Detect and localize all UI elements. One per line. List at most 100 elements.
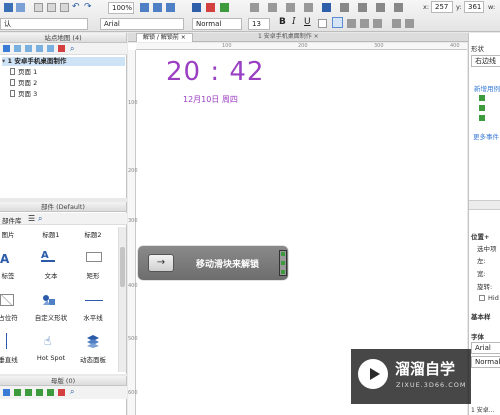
sitemap-item-page-1[interactable]: 页面 1 bbox=[10, 68, 37, 77]
close-icon[interactable]: × bbox=[181, 34, 186, 41]
paste-icon[interactable] bbox=[60, 3, 69, 12]
unlock-slider-handle[interactable]: → bbox=[148, 254, 174, 272]
placeholder-widget-icon[interactable] bbox=[0, 294, 14, 306]
move-up-icon[interactable] bbox=[14, 389, 21, 396]
italic-icon[interactable]: I bbox=[292, 17, 296, 27]
align-center-icon[interactable] bbox=[347, 19, 356, 28]
case-icon[interactable] bbox=[479, 115, 485, 121]
select-mode-icon[interactable] bbox=[140, 3, 149, 12]
resize-handle[interactable] bbox=[281, 261, 285, 265]
resize-handle[interactable] bbox=[281, 270, 285, 274]
widgets-scrollbar[interactable] bbox=[118, 227, 126, 372]
delete-page-icon[interactable] bbox=[58, 45, 65, 52]
text-color-icon[interactable] bbox=[318, 19, 327, 28]
move-down-icon[interactable] bbox=[25, 389, 32, 396]
inspector-font-style[interactable]: Normal bbox=[471, 356, 500, 368]
font-family-select[interactable]: Arial bbox=[100, 18, 184, 30]
valign-top-icon[interactable] bbox=[392, 19, 401, 28]
font-section[interactable]: 字体 bbox=[471, 331, 484, 341]
position-section[interactable]: 位置+ bbox=[471, 231, 489, 241]
text-widget-icon[interactable]: A bbox=[41, 250, 55, 262]
sitemap-item-page-2[interactable]: 页面 2 bbox=[10, 79, 37, 88]
library-label[interactable]: 部件库 bbox=[2, 215, 22, 225]
clock-time[interactable]: 20 : 42 bbox=[166, 57, 264, 87]
file-icon[interactable] bbox=[4, 3, 13, 12]
inspector-font-family[interactable]: Arial bbox=[471, 342, 500, 354]
horizontal-line-widget-icon[interactable] bbox=[85, 300, 103, 301]
search-icon[interactable]: ⌕ bbox=[38, 214, 42, 224]
outdent-icon[interactable] bbox=[36, 389, 43, 396]
border-icon[interactable] bbox=[340, 3, 349, 12]
bold-icon[interactable]: B bbox=[279, 17, 286, 27]
y-input[interactable]: 361 bbox=[464, 1, 484, 13]
share-icon[interactable] bbox=[206, 3, 215, 12]
publish-icon[interactable] bbox=[220, 3, 229, 12]
indent-icon[interactable] bbox=[47, 45, 54, 52]
indent-icon[interactable] bbox=[47, 389, 54, 396]
bullets-icon[interactable] bbox=[373, 19, 382, 28]
menu-icon[interactable]: ☰ bbox=[28, 214, 35, 223]
move-down-icon[interactable] bbox=[25, 45, 32, 52]
distribute-icon[interactable] bbox=[268, 3, 277, 12]
resize-handles[interactable] bbox=[279, 250, 287, 276]
x-input[interactable]: 257 bbox=[431, 1, 453, 13]
hidden-checkbox[interactable] bbox=[479, 295, 485, 301]
group-icon[interactable] bbox=[304, 3, 313, 12]
clock-date[interactable]: 12月10日 周四 bbox=[183, 94, 238, 105]
sitemap-item-page-3[interactable]: 页面 3 bbox=[10, 90, 37, 99]
redo-icon[interactable]: ↷ bbox=[84, 2, 92, 12]
widget-image-label[interactable]: 图片 bbox=[0, 229, 30, 239]
align-right-icon[interactable] bbox=[360, 19, 369, 28]
move-up-icon[interactable] bbox=[14, 45, 21, 52]
undo-icon[interactable]: ↶ bbox=[72, 2, 80, 12]
fill-color-icon[interactable] bbox=[322, 3, 331, 12]
arrow-style-icon[interactable] bbox=[376, 3, 385, 12]
search-icon[interactable]: ⌕ bbox=[70, 387, 74, 397]
add-case-link[interactable]: 新增用例 bbox=[474, 83, 500, 93]
delete-master-icon[interactable] bbox=[58, 389, 65, 396]
case-icon[interactable] bbox=[479, 105, 485, 111]
shape-name-input[interactable]: 右边线 bbox=[471, 55, 500, 67]
label-widget-icon[interactable]: A bbox=[0, 252, 9, 266]
align-left-icon[interactable] bbox=[332, 17, 343, 28]
font-size-select[interactable]: 13 bbox=[248, 18, 270, 30]
cut-icon[interactable] bbox=[34, 3, 43, 12]
layer-icon[interactable] bbox=[286, 3, 295, 12]
font-style-select[interactable]: Normal bbox=[192, 18, 242, 30]
bottom-tab[interactable]: 1 安卓... bbox=[471, 405, 494, 414]
shadow-icon[interactable] bbox=[394, 3, 403, 12]
add-master-icon[interactable] bbox=[3, 389, 10, 396]
widget-heading2-label[interactable]: 标题2 bbox=[71, 229, 115, 239]
crop-icon[interactable] bbox=[166, 3, 175, 12]
case-icon[interactable] bbox=[479, 95, 485, 101]
sitemap-root[interactable]: ▾ 1 安卓手机桌面制作 bbox=[2, 57, 125, 66]
save-icon[interactable] bbox=[16, 3, 25, 12]
basic-style-section[interactable]: 基本样 bbox=[471, 311, 491, 321]
resize-handle[interactable] bbox=[281, 252, 285, 256]
more-events-link[interactable]: 更多事件 bbox=[473, 131, 499, 141]
widget-heading1-label[interactable]: 标题1 bbox=[29, 229, 73, 239]
inspector-tabs[interactable] bbox=[469, 200, 500, 210]
style-select[interactable]: 认 bbox=[0, 18, 88, 30]
dynamic-panel-widget-icon[interactable] bbox=[86, 334, 100, 348]
tab-unlock[interactable]: 解锁 / 解锁前 × bbox=[136, 33, 193, 42]
align-icon[interactable] bbox=[250, 3, 259, 12]
add-page-icon[interactable] bbox=[3, 45, 10, 52]
vertical-line-widget-icon[interactable] bbox=[6, 333, 7, 349]
scrollbar-thumb[interactable] bbox=[120, 247, 125, 287]
outdent-icon[interactable] bbox=[36, 45, 43, 52]
line-style-icon[interactable] bbox=[358, 3, 367, 12]
copy-icon[interactable] bbox=[47, 3, 56, 12]
unlock-slider-track[interactable]: → 移动滑块来解锁 bbox=[138, 246, 288, 280]
rectangle-widget-icon[interactable] bbox=[86, 252, 102, 262]
custom-shape-widget-icon[interactable] bbox=[42, 294, 56, 306]
hotspot-widget-icon[interactable]: ☝ bbox=[44, 334, 51, 348]
tab-android[interactable]: 1 安卓手机桌面制作 × bbox=[252, 33, 325, 42]
search-icon[interactable]: ⌕ bbox=[70, 44, 74, 54]
connector-icon[interactable] bbox=[153, 3, 162, 12]
preview-icon[interactable] bbox=[192, 3, 201, 12]
close-icon[interactable]: × bbox=[314, 33, 319, 40]
zoom-select[interactable]: 100% bbox=[108, 2, 134, 14]
valign-middle-icon[interactable] bbox=[405, 19, 414, 28]
underline-icon[interactable]: U bbox=[304, 17, 311, 27]
